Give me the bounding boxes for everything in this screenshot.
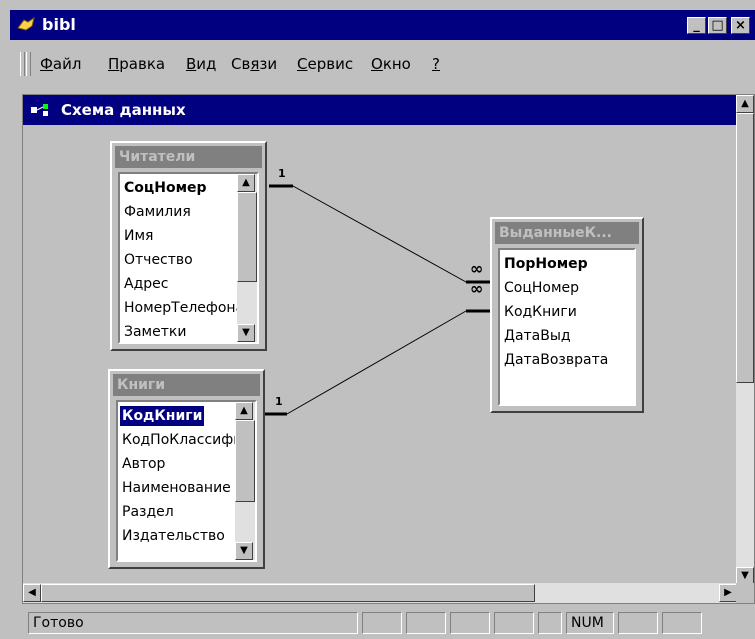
table-readers[interactable]: Читатели СоцНомер Фамилия Имя Отчество А… (110, 141, 267, 351)
relation-one-label: 1 (275, 395, 283, 408)
menu-tools[interactable]: Сервис (297, 55, 353, 73)
scroll-up-icon[interactable]: ▲ (237, 174, 255, 192)
relation-many-label: ∞ (470, 259, 484, 278)
field-item[interactable]: Раздел (122, 502, 174, 522)
field-item[interactable]: КодКниги (504, 302, 577, 322)
window-title: bibl (42, 15, 76, 34)
table-books-scrollbar[interactable]: ▲ ▼ (235, 402, 255, 560)
field-item[interactable]: ПорНомер (504, 254, 588, 274)
field-item[interactable]: ДатаВозврата (504, 350, 608, 370)
field-item[interactable]: Автор (122, 454, 165, 474)
table-readers-scrollbar[interactable]: ▲ ▼ (237, 174, 257, 342)
scroll-corner (736, 583, 754, 603)
field-item[interactable]: Фамилия (124, 202, 191, 222)
field-item[interactable]: Отчество (124, 250, 193, 270)
table-readers-title[interactable]: Читатели (115, 146, 262, 168)
field-item[interactable]: Издательство (122, 526, 225, 546)
scroll-down-icon[interactable]: ▼ (235, 542, 253, 560)
scroll-down-icon[interactable]: ▼ (237, 324, 255, 342)
relation-many-label: ∞ (470, 279, 484, 298)
table-books-field-list[interactable]: КодКниги КодПоКлассификации Автор Наимен… (116, 400, 257, 562)
relation-readers-issued[interactable] (269, 184, 490, 284)
status-panel (450, 612, 490, 634)
relationships-horizontal-scrollbar[interactable]: ◀ ▶ (23, 583, 737, 603)
status-bar: Готово NUM (10, 608, 755, 639)
menu-relations[interactable]: Связи (231, 55, 277, 73)
access-key-icon (17, 16, 35, 31)
scroll-thumb[interactable] (235, 420, 255, 502)
menu-window[interactable]: Окно (371, 55, 411, 73)
scroll-right-icon[interactable]: ▶ (719, 584, 737, 602)
maximize-button[interactable]: □ (708, 17, 727, 34)
field-item[interactable]: НомерТелефона (124, 298, 244, 318)
field-item[interactable]: Адрес (124, 274, 168, 294)
menu-edit[interactable]: Правка (108, 55, 165, 73)
status-panel (662, 612, 702, 634)
relationships-window: Схема данных 1 1 ∞ ∞ Читатели СоцНомер Ф… (22, 94, 755, 604)
status-text: Готово (28, 612, 358, 634)
table-issued-books-field-list[interactable]: ПорНомер СоцНомер КодКниги ДатаВыд ДатаВ… (498, 248, 636, 406)
status-panel (494, 612, 534, 634)
toolbar-grip-icon[interactable] (20, 52, 25, 76)
table-issued-books[interactable]: ВыданныеК... ПорНомер СоцНомер КодКниги … (490, 217, 644, 413)
status-panel (406, 612, 446, 634)
scroll-thumb[interactable] (237, 192, 257, 282)
relation-one-label: 1 (278, 167, 286, 180)
field-item[interactable]: Заметки (124, 322, 186, 342)
menu-view[interactable]: Вид (186, 55, 216, 73)
table-issued-books-title[interactable]: ВыданныеК... (495, 222, 639, 244)
scroll-up-icon[interactable]: ▲ (736, 95, 754, 113)
scroll-thumb[interactable] (736, 113, 754, 383)
table-books[interactable]: Книги КодКниги КодПоКлассификации Автор … (108, 369, 265, 569)
field-item[interactable]: Имя (124, 226, 153, 246)
relationships-vertical-scrollbar[interactable]: ▲ ▼ (736, 95, 754, 585)
field-item[interactable]: ДатаВыд (504, 326, 571, 346)
relation-books-issued[interactable] (263, 309, 490, 416)
table-books-title[interactable]: Книги (113, 374, 260, 396)
status-panel (362, 612, 402, 634)
close-button[interactable]: × (731, 17, 750, 34)
scroll-left-icon[interactable]: ◀ (23, 584, 41, 602)
menu-bar: Файл Правка Вид Связи Сервис Окно ? (10, 44, 755, 84)
status-panel (618, 612, 658, 634)
menu-help[interactable]: ? (432, 55, 440, 73)
field-item-selected[interactable]: КодКниги (120, 406, 205, 426)
status-num: NUM (566, 612, 614, 634)
menu-file[interactable]: Файл (40, 55, 81, 73)
field-item[interactable]: СоцНомер (124, 178, 207, 198)
toolbar-grip-icon[interactable] (26, 52, 31, 76)
minimize-button[interactable]: _ (687, 17, 706, 34)
title-bar: bibl _ □ × (10, 10, 755, 40)
field-item[interactable]: СоцНомер (504, 278, 579, 298)
scroll-thumb[interactable] (41, 584, 535, 602)
status-panel (538, 612, 562, 634)
field-item[interactable]: Наименование (122, 478, 231, 498)
table-readers-field-list[interactable]: СоцНомер Фамилия Имя Отчество Адрес Номе… (118, 172, 259, 344)
scroll-up-icon[interactable]: ▲ (235, 402, 253, 420)
access-app-window: bibl _ □ × Файл Правка Вид Связи Сервис … (0, 0, 755, 639)
